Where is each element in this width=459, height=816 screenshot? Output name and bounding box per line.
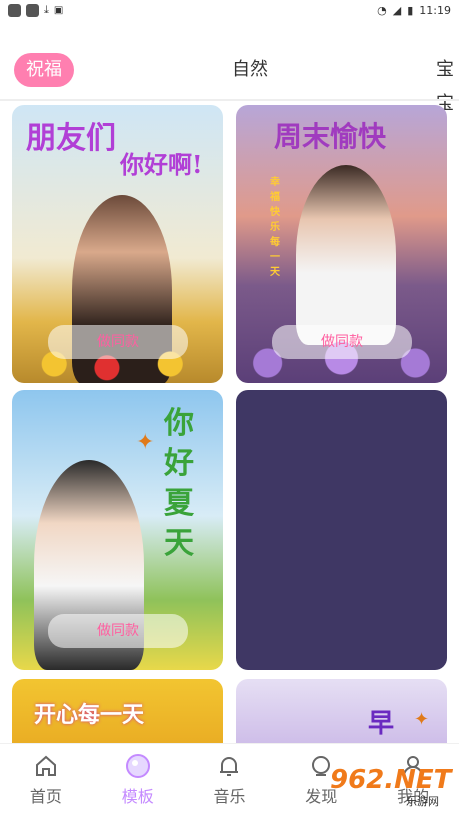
- home-icon: [35, 755, 56, 776]
- category-tabs: 祝福 自然 宝宝: [0, 50, 459, 114]
- bell-icon: [220, 757, 239, 776]
- card-title: 你好啊!: [120, 150, 203, 179]
- app-notification-icon: [8, 3, 21, 17]
- app-notification-icon: [26, 3, 39, 17]
- template-card[interactable]: 周末愉快 幸福快乐每一天 做同款: [236, 105, 447, 383]
- nav-music-label: 音乐: [213, 787, 246, 806]
- template-grid: 朋友们 你好啊! 做同款 周末愉快 幸福快乐每一天 做同款 你好夏天 ✦ 做同款…: [0, 103, 459, 743]
- nav-music[interactable]: 音乐: [184, 744, 276, 816]
- tab-nature[interactable]: 自然: [232, 53, 268, 87]
- template-card[interactable]: 朋友们 你好啊! 做同款: [12, 105, 223, 383]
- template-card[interactable]: 开心每一天: [12, 679, 223, 743]
- status-notifications: ⤓ ▣: [8, 3, 63, 17]
- card-title: 开心每一天: [34, 702, 145, 728]
- wifi-icon: ◔: [377, 3, 387, 17]
- make-same-button[interactable]: 做同款: [272, 325, 412, 359]
- tabs-divider: [0, 99, 459, 101]
- butterfly-icon: ✦: [136, 430, 155, 455]
- nav-home-label: 首页: [29, 787, 62, 806]
- status-system: ◔ ◢ ▮ 11:19: [377, 4, 451, 17]
- card-title: 早: [368, 709, 395, 739]
- battery-icon: ▮: [407, 3, 414, 17]
- signal-icon: ◢: [392, 3, 402, 17]
- make-same-button[interactable]: 做同款: [48, 325, 188, 359]
- status-bar: ⤓ ▣ ◔ ◢ ▮ 11:19: [0, 0, 459, 20]
- status-time: 11:19: [419, 3, 451, 17]
- nav-home[interactable]: 首页: [0, 744, 92, 816]
- tab-blessing[interactable]: 祝福: [14, 53, 74, 87]
- card-photo: [296, 165, 396, 345]
- watermark-logo: 962.NET 乐游网: [330, 765, 452, 808]
- nav-template[interactable]: 模板: [92, 744, 184, 816]
- template-card[interactable]: 你好夏天 ✦ 做同款: [12, 390, 223, 670]
- sim-icon: ▣: [53, 4, 64, 16]
- template-card-loading[interactable]: [236, 390, 447, 670]
- butterfly-icon: ✦: [414, 709, 430, 730]
- tab-baby[interactable]: 宝宝: [436, 53, 459, 114]
- card-title: 朋友们: [26, 121, 116, 156]
- watermark-sub: 乐游网: [406, 795, 439, 808]
- card-title: 你好夏天: [164, 406, 194, 561]
- card-title: 周末愉快: [274, 120, 387, 153]
- watermark-text: 962.NET: [330, 765, 452, 795]
- nav-template-label: 模板: [121, 787, 154, 806]
- card-subtitle: 幸福快乐每一天: [270, 177, 280, 278]
- template-icon: [125, 754, 150, 778]
- download-icon: ⤓: [44, 3, 49, 16]
- make-same-button[interactable]: 做同款: [48, 614, 188, 648]
- template-card[interactable]: 早 ✦: [236, 679, 447, 743]
